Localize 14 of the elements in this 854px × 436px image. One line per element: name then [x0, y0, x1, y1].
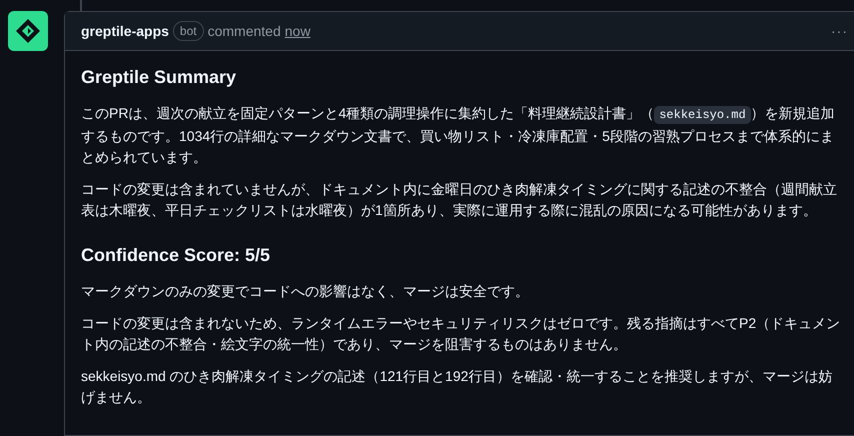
author-name[interactable]: greptile-apps: [81, 23, 169, 39]
paragraph: マークダウンのみの変更でコードへの影響はなく、マージは安全です。: [81, 282, 530, 301]
bot-badge: bot: [172, 21, 204, 41]
comment-time[interactable]: now: [284, 23, 310, 39]
comment-action: commented: [208, 23, 281, 39]
section-heading: Greptile Summary: [81, 66, 238, 89]
section-heading: Confidence Score: 5/5: [81, 244, 272, 267]
paragraph: コードの変更は含まれていませんが、ドキュメント内に金曜日のひき肉解凍タイミングに関する記述の不整合（週間献立表は木曜夜、平日チェックリストは水曜夜）が1箇所あり、実際に運用する際に混乱の原因になる可能性があります。: [81, 180, 838, 220]
bot-avatar[interactable]: [8, 11, 48, 51]
inline-code: sekkeisyo.md: [654, 106, 751, 124]
paragraph: このPRは、週次の献立を固定パターンと4種類の調理操作に集約した「料理継続設計書」（ sekkeisyo.md ）を新規追加するものです。1034行の詳細なマークダウン文書で、買い物リスト・冷凍庫配置・5段階の習熟プロセスまで体系的にまとめられています。: [81, 104, 836, 167]
paragraph: sekkeisyo.md のひき肉解凍タイミングの記述（121行目と192行目）を確認・統一することを推奨しますが、マージは妨げません。: [81, 367, 834, 407]
paragraph: コードの変更は含まれないため、ランタイムエラーやセキュリティリスクはゼロです。残る指摘はすべてP2（ドキュメント内の記述の不整合・絵文字の統一性）であり、マージを阻害するものはありません。: [81, 314, 841, 354]
more-options-button[interactable]: ···: [825, 23, 854, 39]
